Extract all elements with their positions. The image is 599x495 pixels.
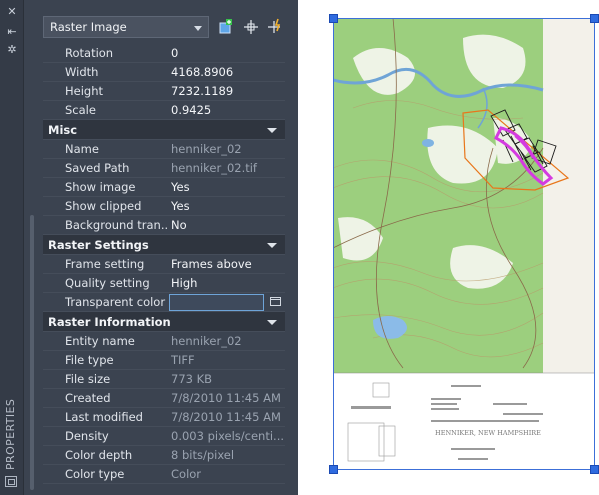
- property-value: 773 KB: [171, 372, 213, 386]
- property-value[interactable]: Yes: [171, 199, 283, 213]
- quick-select-icon[interactable]: [266, 18, 284, 36]
- property-row-background-transparency[interactable]: Background tran... No: [43, 216, 285, 235]
- property-label: Color type: [65, 467, 167, 481]
- object-type-label: Raster Image: [50, 20, 127, 34]
- property-row-frame-setting[interactable]: Frame setting Frames above: [43, 255, 285, 274]
- property-row-width[interactable]: Width 4168.8906: [43, 63, 285, 82]
- scrollbar[interactable]: [30, 215, 34, 490]
- property-value: 7/8/2010 11:45 AM: [171, 391, 281, 405]
- section-misc[interactable]: Misc: [43, 120, 285, 140]
- property-value[interactable]: Frames above: [171, 257, 283, 271]
- property-label: Frame setting: [65, 257, 167, 271]
- properties-palette: ✕ ⇤ ✲ PROPERTIES Raster Image Rotation 0…: [0, 0, 298, 495]
- property-row-rotation[interactable]: Rotation 0: [43, 44, 285, 63]
- property-label: Transparent color: [65, 295, 166, 309]
- section-raster-settings[interactable]: Raster Settings: [43, 235, 285, 255]
- property-row-created[interactable]: Created 7/8/2010 11:45 AM: [43, 389, 285, 408]
- toggle-pickadd-icon[interactable]: [217, 18, 235, 36]
- property-value: henniker_02.tif: [171, 161, 257, 175]
- selection-frame: [333, 18, 595, 470]
- property-value[interactable]: 0: [171, 46, 283, 60]
- property-value: Color: [171, 467, 202, 481]
- property-row-transparent-color[interactable]: Transparent color: [43, 293, 285, 312]
- palette-menu-icon[interactable]: [5, 476, 17, 487]
- property-label: Show image: [65, 180, 167, 194]
- autohide-icon[interactable]: ⇤: [3, 25, 21, 39]
- property-label: Scale: [65, 103, 167, 117]
- property-row-last-modified[interactable]: Last modified 7/8/2010 11:45 AM: [43, 408, 285, 427]
- property-label: Width: [65, 65, 167, 79]
- section-title: Raster Settings: [48, 238, 149, 252]
- transparent-color-input[interactable]: [169, 294, 264, 311]
- property-row-show-clipped[interactable]: Show clipped Yes: [43, 197, 285, 216]
- property-label: Entity name: [65, 334, 167, 348]
- grip-bottom-left[interactable]: [329, 465, 338, 474]
- property-value[interactable]: Yes: [171, 180, 283, 194]
- palette-title: PROPERTIES: [4, 398, 17, 470]
- property-row-show-image[interactable]: Show image Yes: [43, 178, 285, 197]
- section-raster-information[interactable]: Raster Information: [43, 312, 285, 332]
- property-value[interactable]: 0.9425: [171, 103, 283, 117]
- property-row-quality-setting[interactable]: Quality setting High: [43, 274, 285, 293]
- property-row-entity-name[interactable]: Entity name henniker_02: [43, 332, 285, 351]
- property-value[interactable]: 7232.1189: [171, 84, 283, 98]
- property-row-color-depth[interactable]: Color depth 8 bits/pixel: [43, 446, 285, 465]
- property-label: Show clipped: [65, 199, 167, 213]
- property-value: henniker_02: [171, 142, 242, 156]
- property-label: Density: [65, 429, 167, 443]
- property-label: File type: [65, 353, 167, 367]
- property-row-height[interactable]: Height 7232.1189: [43, 82, 285, 101]
- property-row-name[interactable]: Name henniker_02: [43, 140, 285, 159]
- property-label: Color depth: [65, 448, 167, 462]
- property-value: henniker_02: [171, 334, 242, 348]
- property-value[interactable]: 4168.8906: [171, 65, 283, 79]
- collapse-icon[interactable]: [267, 320, 277, 325]
- grip-top-left[interactable]: [329, 14, 338, 23]
- color-picker-icon[interactable]: [270, 297, 281, 306]
- property-row-density[interactable]: Density 0.003 pixels/centi...: [43, 427, 285, 446]
- selector-row: Raster Image: [37, 14, 285, 44]
- property-label: Height: [65, 84, 167, 98]
- close-icon[interactable]: ✕: [3, 5, 21, 19]
- palette-title-strip: ✕ ⇤ ✲ PROPERTIES: [0, 0, 24, 495]
- property-label: Rotation: [65, 46, 167, 60]
- property-label: Saved Path: [65, 161, 167, 175]
- property-row-saved-path[interactable]: Saved Path henniker_02.tif: [43, 159, 285, 178]
- property-row-color-type[interactable]: Color type Color: [43, 465, 285, 484]
- select-objects-icon[interactable]: [242, 18, 260, 36]
- property-row-scale[interactable]: Scale 0.9425: [43, 101, 285, 120]
- property-label: Last modified: [65, 410, 167, 424]
- section-title: Raster Information: [48, 315, 171, 329]
- property-value: 0.003 pixels/centi...: [171, 429, 283, 443]
- raster-image[interactable]: HENNIKER, NEW HAMPSHIRE: [329, 14, 599, 474]
- property-label: Background tran...: [65, 218, 167, 232]
- grip-bottom-right[interactable]: [590, 465, 599, 474]
- property-value: 8 bits/pixel: [171, 448, 235, 462]
- property-grid: Rotation 0 Width 4168.8906 Height 7232.1…: [43, 44, 285, 484]
- property-label: File size: [65, 372, 167, 386]
- object-type-dropdown[interactable]: Raster Image: [43, 16, 209, 38]
- property-value: 7/8/2010 11:45 AM: [171, 410, 281, 424]
- property-label: Quality setting: [65, 276, 167, 290]
- properties-panel: Raster Image Rotation 0 Width 4168.8906 …: [37, 14, 285, 484]
- property-value: TIFF: [171, 353, 195, 367]
- property-label: Name: [65, 142, 167, 156]
- grip-top-right[interactable]: [590, 14, 599, 23]
- collapse-icon[interactable]: [267, 128, 277, 133]
- property-value[interactable]: High: [171, 276, 283, 290]
- property-row-file-size[interactable]: File size 773 KB: [43, 370, 285, 389]
- settings-icon[interactable]: ✲: [3, 43, 21, 57]
- collapse-icon[interactable]: [267, 243, 277, 248]
- property-label: Created: [65, 391, 167, 405]
- property-row-file-type[interactable]: File type TIFF: [43, 351, 285, 370]
- chevron-down-icon: [194, 26, 202, 31]
- property-value[interactable]: No: [171, 218, 283, 232]
- section-title: Misc: [48, 123, 78, 137]
